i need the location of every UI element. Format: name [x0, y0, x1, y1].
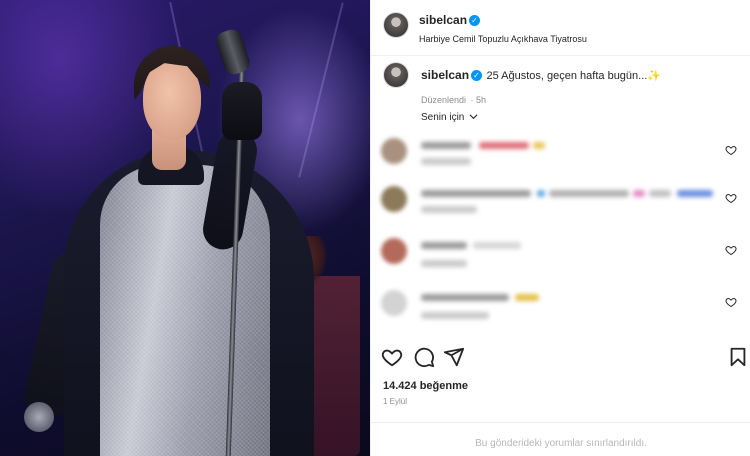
microphone	[213, 27, 253, 77]
comment-text-blurred	[649, 190, 671, 197]
caption-text: 25 Ağustos, geçen hafta bugün...✨	[486, 70, 662, 82]
comment-item[interactable]	[381, 186, 741, 226]
comments-sort-label: Senin için	[421, 112, 465, 123]
send-icon[interactable]	[443, 346, 465, 368]
comment-avatar[interactable]	[381, 186, 407, 212]
singer-glove	[222, 82, 262, 140]
comment-emoji-blurred	[537, 190, 545, 197]
comment-meta-blurred	[421, 206, 477, 213]
caption-body: sibelcan ✓ 25 Ağustos, geçen hafta bugün.…	[421, 66, 731, 108]
comments-restricted-notice: Bu gönderideki yorumlar sınırlandırıldı.	[371, 422, 750, 456]
verified-badge-icon: ✓	[469, 15, 481, 26]
comment-text-blurred	[421, 294, 509, 301]
post-header: sibelcan ✓ Harbiye Cemil Topuzlu Açıkhava…	[371, 0, 750, 56]
comment-like-heart-icon[interactable]	[725, 296, 737, 308]
handheld-microphone	[24, 402, 54, 432]
post-photo[interactable]	[0, 0, 370, 456]
stage-light	[298, 2, 344, 178]
comment-icon[interactable]	[413, 346, 435, 368]
comment-emoji-blurred	[533, 142, 545, 149]
author-avatar[interactable]	[383, 12, 409, 38]
comment-text-blurred	[421, 190, 531, 197]
heart-icon[interactable]	[381, 346, 403, 368]
comment-avatar[interactable]	[381, 238, 407, 264]
comment-meta-blurred	[421, 158, 471, 165]
verified-badge-icon: ✓	[471, 70, 483, 81]
comment-item[interactable]	[381, 238, 741, 278]
post-location[interactable]: Harbiye Cemil Topuzlu Açıkhava Tiyatrosu	[419, 34, 587, 44]
comments-sort-dropdown[interactable]: Senin için	[421, 112, 478, 123]
author-username[interactable]: sibelcan	[419, 13, 467, 27]
author-info: sibelcan ✓ Harbiye Cemil Topuzlu Açıkhava…	[419, 11, 587, 44]
comment-emoji-blurred	[515, 294, 539, 301]
likes-count[interactable]: 14.424 beğenme	[383, 380, 468, 392]
comment-like-heart-icon[interactable]	[725, 244, 737, 256]
comment-emoji-blurred	[677, 190, 713, 197]
comment-emoji-blurred	[479, 142, 529, 149]
post-date[interactable]: 1 Eylül	[383, 397, 407, 406]
comment-like-heart-icon[interactable]	[725, 144, 737, 156]
comment-text-blurred	[421, 142, 471, 149]
edited-label: Düzenlendi	[421, 95, 467, 105]
comment-text-blurred	[549, 190, 629, 197]
caption-username[interactable]: sibelcan	[421, 68, 469, 82]
comment-meta-blurred	[421, 260, 467, 267]
post-actions	[371, 340, 750, 374]
comment-avatar[interactable]	[381, 290, 407, 316]
caption-meta: Düzenlendi · 5h	[421, 90, 731, 108]
bookmark-icon[interactable]	[727, 346, 749, 368]
comment-text-blurred	[421, 242, 467, 249]
comment-emoji-blurred	[633, 190, 645, 197]
post-details-panel: sibelcan ✓ Harbiye Cemil Topuzlu Açıkhava…	[370, 0, 750, 456]
comment-meta-blurred	[421, 312, 489, 319]
comment-avatar[interactable]	[381, 138, 407, 164]
chevron-down-icon	[469, 114, 478, 120]
comment-like-heart-icon[interactable]	[725, 192, 737, 204]
caption-time[interactable]: 5h	[476, 95, 486, 105]
comment-item[interactable]	[381, 290, 741, 330]
comments-restricted-text: Bu gönderideki yorumlar sınırlandırıldı.	[475, 438, 647, 449]
caption-avatar[interactable]	[383, 62, 409, 88]
comment-emoji-blurred	[473, 242, 521, 249]
comment-item[interactable]	[381, 138, 741, 178]
